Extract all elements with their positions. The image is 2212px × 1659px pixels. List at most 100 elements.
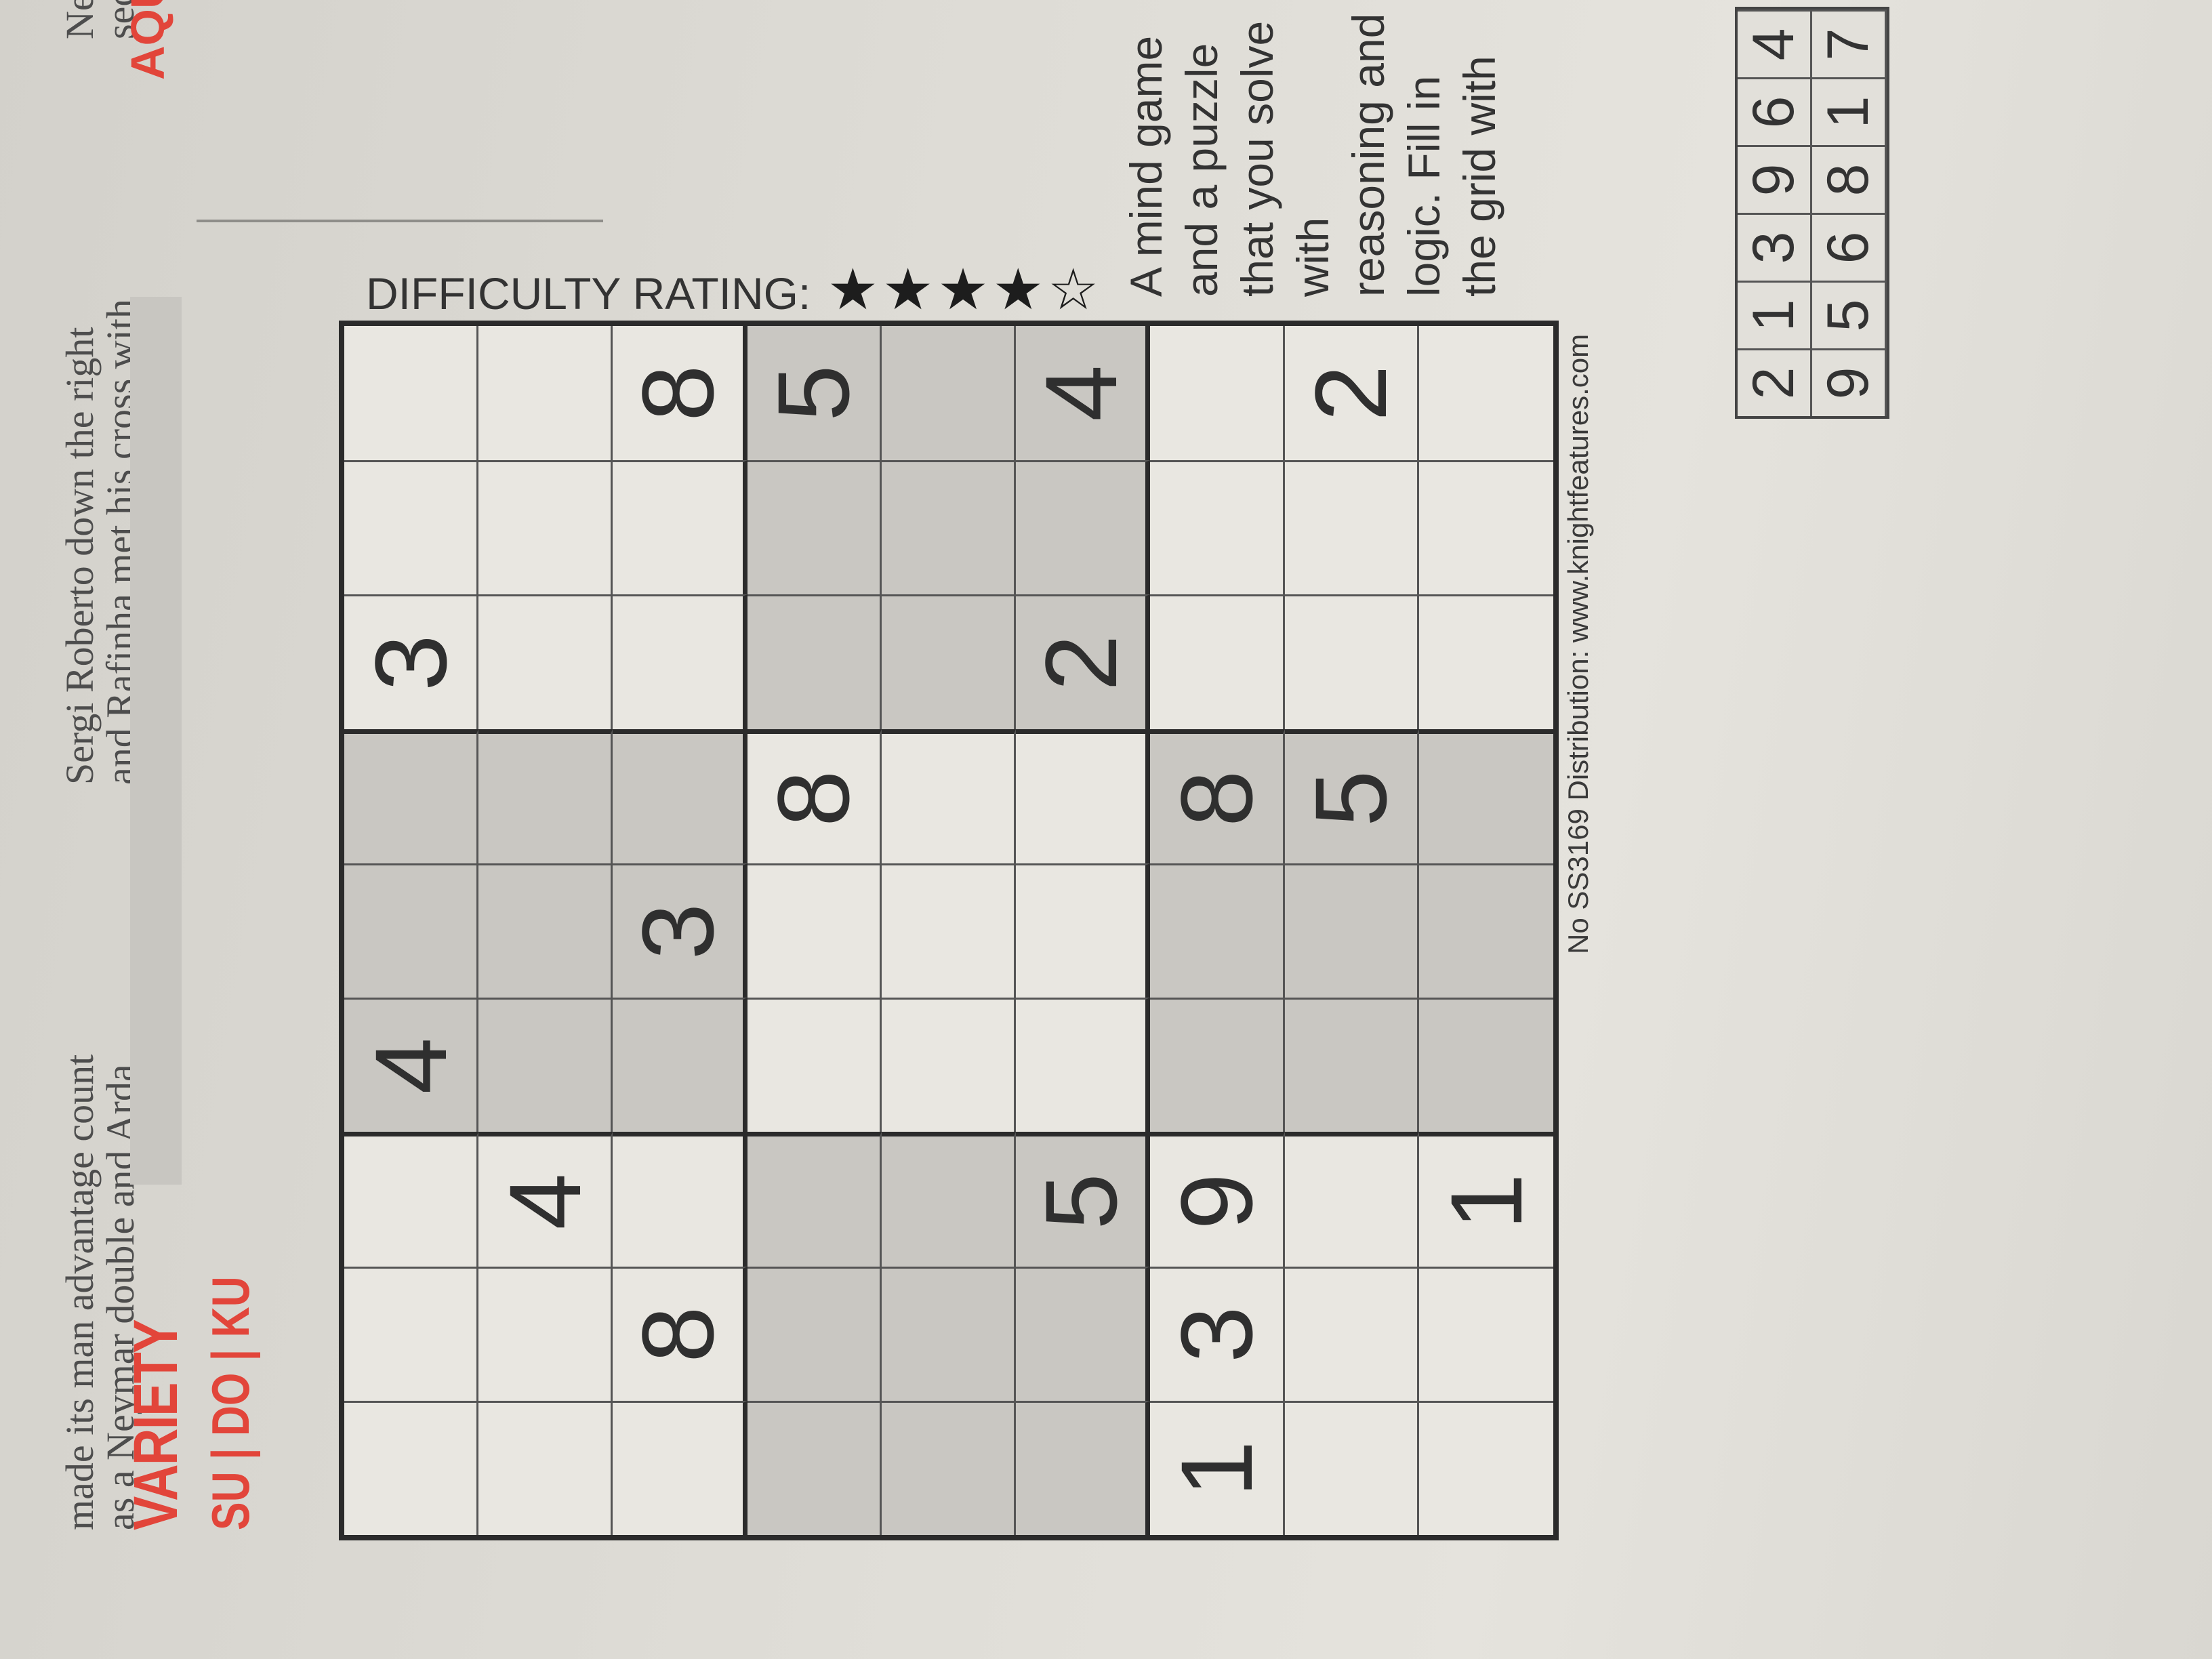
sudoku-cell[interactable]: 8	[747, 729, 882, 863]
sudoku-cell[interactable]	[1016, 460, 1151, 595]
sudoku-cell[interactable]	[613, 729, 747, 863]
solution-cell: 1	[1738, 281, 1812, 348]
sudoku-cell[interactable]	[344, 1400, 479, 1535]
section-label-aquarius: AQU	[121, 0, 174, 80]
sudoku-cell[interactable]	[478, 594, 613, 729]
sudoku-cell[interactable]	[1418, 1400, 1553, 1535]
sudoku-cell[interactable]	[613, 1400, 747, 1535]
sudoku-cell[interactable]: 3	[344, 594, 479, 729]
sudoku-cell[interactable]	[1016, 863, 1151, 998]
sudoku-cell[interactable]	[1418, 729, 1553, 863]
sudoku-cell[interactable]	[747, 863, 882, 998]
sudoku-cell[interactable]	[1284, 1266, 1419, 1401]
sudoku-cell[interactable]	[344, 1132, 479, 1267]
sudoku-cell[interactable]	[1016, 998, 1151, 1132]
newspaper-page: made its man advantage count as a Neymar…	[0, 0, 2212, 1659]
sudoku-cell[interactable]	[344, 326, 479, 461]
star-filled-icon: ★	[937, 258, 989, 321]
solution-cell: 7	[1812, 9, 1887, 77]
sudoku-cell[interactable]	[613, 594, 747, 729]
sudoku-cell[interactable]: 5	[1016, 1132, 1151, 1267]
sudoku-cell[interactable]	[881, 326, 1017, 461]
sudoku-cell[interactable]	[881, 594, 1017, 729]
sudoku-cell[interactable]	[747, 1266, 882, 1401]
sudoku-cell[interactable]	[881, 460, 1017, 595]
sudoku-cell[interactable]	[478, 326, 613, 461]
sudoku-cell[interactable]	[747, 1400, 882, 1535]
sudoku-cell[interactable]	[613, 460, 747, 595]
sudoku-cell[interactable]	[613, 1132, 747, 1267]
solution-cell: 5	[1812, 281, 1887, 348]
sudoku-cell[interactable]	[1418, 1266, 1553, 1401]
sudoku-cell[interactable]	[1150, 460, 1285, 595]
sudoku-cell[interactable]: 4	[1016, 326, 1151, 461]
sudoku-cell[interactable]	[1150, 863, 1285, 998]
sudoku-cell[interactable]	[881, 998, 1017, 1132]
difficulty-stars: ★★★★☆	[823, 258, 1099, 321]
puzzle-title: SU | DO | KU	[201, 1276, 260, 1530]
sudoku-cell[interactable]: 2	[1284, 326, 1419, 461]
sudoku-cell[interactable]	[881, 1266, 1017, 1401]
sudoku-cell[interactable]: 1	[1150, 1400, 1285, 1535]
sudoku-cell[interactable]	[344, 729, 479, 863]
sudoku-cell[interactable]	[1150, 594, 1285, 729]
sudoku-cell[interactable]	[1016, 729, 1151, 863]
sudoku-cell[interactable]	[478, 863, 613, 998]
sudoku-cell[interactable]: 3	[613, 863, 747, 998]
sudoku-cell[interactable]: 5	[1284, 729, 1419, 863]
sudoku-cell[interactable]	[1016, 1400, 1151, 1535]
sudoku-cell[interactable]	[747, 1132, 882, 1267]
sudoku-cell[interactable]	[1150, 998, 1285, 1132]
news-line: Sergi Roberto down the right	[58, 327, 102, 785]
sudoku-cell[interactable]: 9	[1150, 1132, 1285, 1267]
sudoku-cell[interactable]: 8	[613, 1266, 747, 1401]
sudoku-cell[interactable]	[478, 998, 613, 1132]
sudoku-cell[interactable]	[478, 729, 613, 863]
sudoku-cell[interactable]	[881, 863, 1017, 998]
sudoku-cell[interactable]	[344, 460, 479, 595]
sudoku-cell[interactable]: 2	[1016, 594, 1151, 729]
sudoku-cell[interactable]	[478, 1400, 613, 1535]
sudoku-cell[interactable]: 4	[344, 998, 479, 1132]
sudoku-cell[interactable]	[881, 1400, 1017, 1535]
sudoku-cell[interactable]	[1418, 594, 1553, 729]
sudoku-cell[interactable]	[344, 863, 479, 998]
solution-cell: 1	[1812, 77, 1887, 145]
star-empty-icon: ☆	[1047, 258, 1099, 321]
sudoku-cell[interactable]	[1418, 998, 1553, 1132]
column-divider	[197, 206, 603, 222]
sudoku-cell[interactable]	[613, 998, 747, 1132]
sudoku-cell[interactable]: 8	[613, 326, 747, 461]
sudoku-cell[interactable]	[1284, 998, 1419, 1132]
sudoku-cell[interactable]: 5	[747, 326, 882, 461]
sudoku-cell[interactable]: 3	[1150, 1266, 1285, 1401]
sudoku-cell[interactable]	[478, 460, 613, 595]
sudoku-cell[interactable]	[344, 1266, 479, 1401]
sudoku-cell[interactable]	[478, 1266, 613, 1401]
sudoku-cell[interactable]	[881, 729, 1017, 863]
sudoku-cell[interactable]	[1284, 594, 1419, 729]
sudoku-cell[interactable]: 1	[1418, 1132, 1553, 1267]
sudoku-cell[interactable]	[747, 998, 882, 1132]
sudoku-cell[interactable]	[1016, 1266, 1151, 1401]
previous-solution-grid: 213964956817	[1735, 7, 1889, 419]
puzzle-description: A mind game and a puzzle that you solve …	[1121, 13, 1504, 297]
sudoku-cell[interactable]	[1150, 326, 1285, 461]
sudoku-cell[interactable]	[881, 1132, 1017, 1267]
sudoku-grid: 434838855241398521	[339, 321, 1559, 1540]
sudoku-cell[interactable]	[1418, 863, 1553, 998]
sudoku-cell[interactable]: 4	[478, 1132, 613, 1267]
star-filled-icon: ★	[827, 258, 879, 321]
sudoku-cell[interactable]: 8	[1150, 729, 1285, 863]
sudoku-cell[interactable]	[1419, 326, 1553, 460]
sudoku-cell[interactable]	[1284, 460, 1419, 595]
solution-cell: 8	[1812, 145, 1887, 213]
solution-cell: 2	[1738, 348, 1812, 416]
sudoku-cell[interactable]	[1284, 1400, 1419, 1535]
difficulty-label: DIFFICULTY RATING:	[366, 268, 811, 319]
sudoku-cell[interactable]	[1418, 460, 1553, 595]
sudoku-cell[interactable]	[1284, 1132, 1419, 1267]
sudoku-cell[interactable]	[747, 594, 882, 729]
sudoku-cell[interactable]	[747, 460, 882, 595]
sudoku-cell[interactable]	[1284, 863, 1419, 998]
